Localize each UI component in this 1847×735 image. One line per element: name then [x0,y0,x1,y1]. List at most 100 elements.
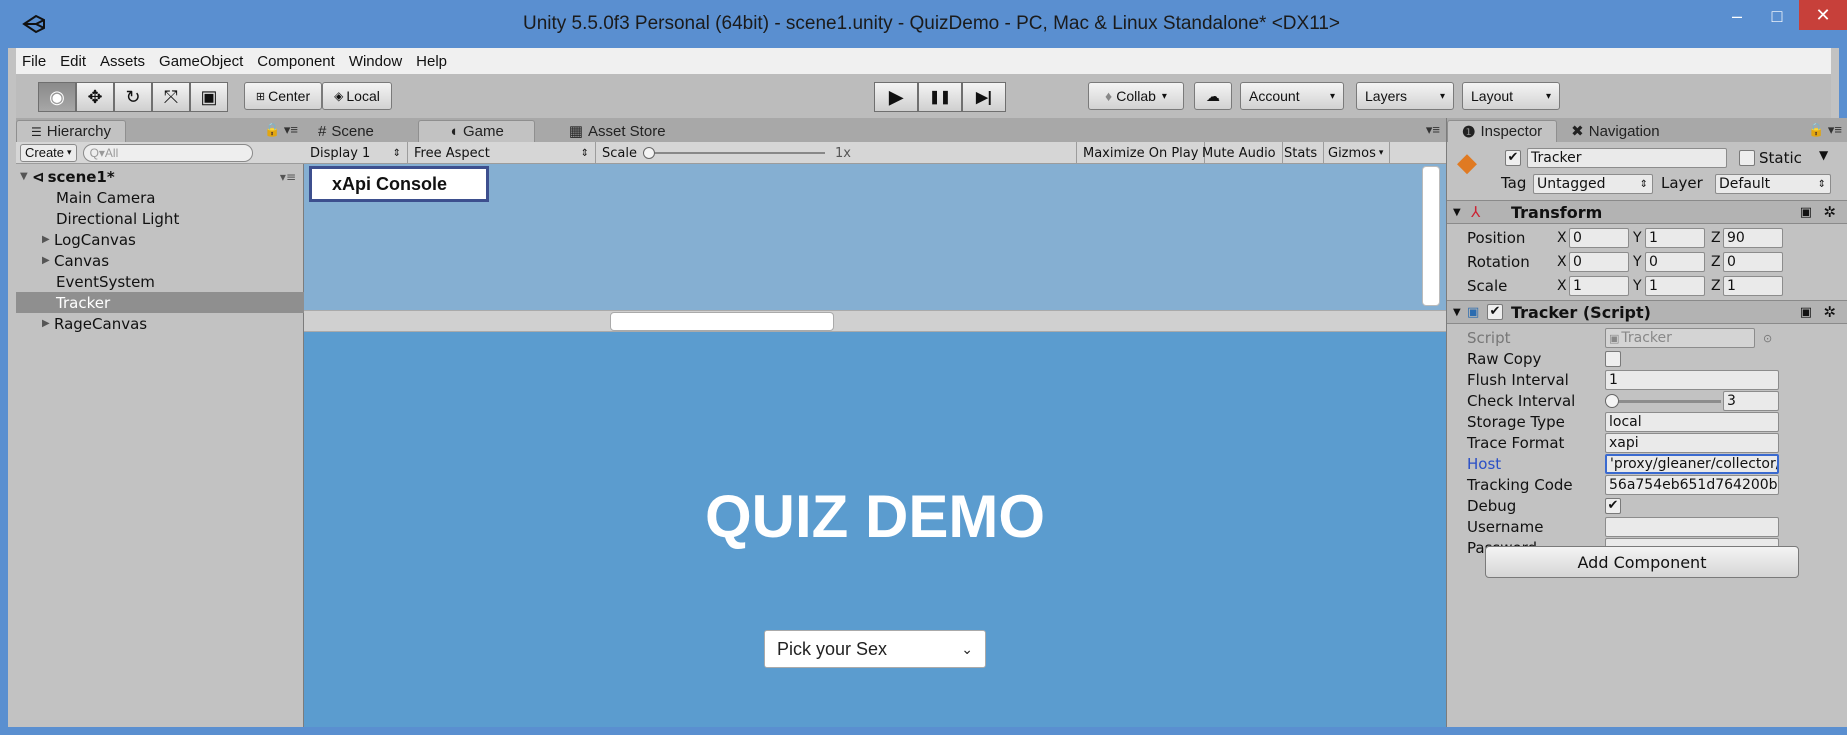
maximize-button[interactable]: □ [1757,0,1797,32]
position-z-field[interactable]: 90 [1723,228,1783,248]
help-book-icon[interactable]: ▣ [1800,305,1812,320]
check-interval-slider-track[interactable] [1611,400,1721,403]
rotation-x-field[interactable]: 0 [1569,252,1629,272]
trace-format-field[interactable]: xapi [1605,433,1779,453]
expand-triangle-icon[interactable]: ▶ [42,318,54,329]
list-item[interactable]: ▶ RageCanvas [16,313,304,334]
sex-dropdown[interactable]: Pick your Sex ⌄ [764,630,986,668]
tracking-code-field[interactable]: 56a754eb651d764200b7( [1605,475,1779,495]
scrollbar-thumb[interactable] [610,312,834,331]
scale-x-field[interactable]: 1 [1569,276,1629,296]
scene-menu-icon[interactable]: ▾≡ [280,170,296,184]
tag-dropdown[interactable]: Untagged ⇕ [1533,174,1653,194]
pause-button[interactable]: ❚❚ [918,82,962,112]
static-checkbox[interactable] [1739,150,1755,166]
menu-gameobject[interactable]: GameObject [159,53,243,70]
scene-root[interactable]: ▼ ⊲ scene1* ▾≡ [16,166,304,187]
tab-asset-store[interactable]: ▦ Asset Store [555,120,680,142]
list-item[interactable]: Main Camera [16,187,304,208]
tab-game[interactable]: ◖ Game [417,120,535,142]
username-field[interactable] [1605,517,1779,537]
view-tool-button[interactable]: ◉ [38,82,76,112]
pivot-local-button[interactable]: ◈ Local [322,82,392,110]
menu-help[interactable]: Help [416,53,447,70]
layout-dropdown[interactable]: Layout ▾ [1462,82,1560,110]
collab-button[interactable]: ♦ Collab ▾ [1088,82,1184,110]
tracker-script-header[interactable]: ▼ ▣ ✔ Tracker (Script) ▣ ✲ [1447,300,1847,324]
rotation-z-field[interactable]: 0 [1723,252,1783,272]
move-tool-button[interactable]: ✥ [76,82,114,112]
script-enabled-checkbox[interactable]: ✔ [1487,304,1503,320]
transform-header[interactable]: ▼ ⅄ Transform ▣ ✲ [1447,200,1847,224]
create-dropdown[interactable]: Create ▾ [20,143,77,162]
gizmos-dropdown[interactable]: Gizmos ▾ [1322,142,1391,164]
active-checkbox[interactable]: ✔ [1505,150,1521,166]
foldout-triangle-icon[interactable]: ▼ [1453,307,1461,318]
menu-window[interactable]: Window [349,53,402,70]
aspect-dropdown[interactable]: Free Aspect ⇕ [408,142,596,164]
foldout-triangle-icon[interactable]: ▼ [1453,207,1461,218]
scale-tool-button[interactable]: ⤧ [152,82,190,112]
menu-edit[interactable]: Edit [60,53,86,70]
list-item[interactable]: Directional Light [16,208,304,229]
object-name-field[interactable]: Tracker [1527,148,1727,168]
play-button[interactable]: ▶ [874,82,918,112]
gear-icon[interactable]: ✲ [1823,203,1836,221]
display-dropdown[interactable]: Display 1 ⇕ [304,142,408,164]
expand-triangle-icon[interactable]: ▶ [42,234,54,245]
menu-component[interactable]: Component [257,53,335,70]
cloud-button[interactable]: ☁ [1194,82,1232,110]
menu-assets[interactable]: Assets [100,53,145,70]
scale-slider[interactable]: Scale 1x [596,142,900,164]
debug-checkbox[interactable]: ✔ [1605,498,1621,514]
object-picker-icon[interactable]: ⊙ [1763,332,1772,345]
check-interval-field[interactable]: 3 [1723,391,1779,411]
layer-dropdown[interactable]: Default ⇕ [1715,174,1831,194]
slider-track[interactable] [654,152,825,154]
tab-hierarchy[interactable]: ☰ Hierarchy [16,120,126,142]
expand-triangle-icon[interactable]: ▼ [20,171,32,182]
step-button[interactable]: ▶| [962,82,1006,112]
layers-dropdown[interactable]: Layers ▾ [1356,82,1454,110]
game-view[interactable]: xApi Console QUIZ DEMO Pick your Sex ⌄ [304,164,1446,727]
slider-knob-icon[interactable] [642,147,655,159]
tab-inspector[interactable]: ❶ Inspector [1447,120,1558,142]
list-item[interactable]: ▶ Canvas [16,250,304,271]
stats-toggle[interactable]: Stats [1278,142,1325,164]
mute-audio-toggle[interactable]: Mute Audio [1196,142,1283,164]
storage-type-field[interactable]: local [1605,412,1779,432]
minimize-button[interactable]: – [1717,0,1757,32]
close-button[interactable]: ✕ [1799,0,1847,30]
gear-icon[interactable]: ✲ [1823,303,1836,321]
scale-y-field[interactable]: 1 [1645,276,1705,296]
flush-interval-field[interactable]: 1 [1605,370,1779,390]
static-dropdown-icon[interactable]: ▼ [1819,148,1828,162]
account-dropdown[interactable]: Account ▾ [1240,82,1344,110]
menu-file[interactable]: File [22,53,46,70]
position-y-field[interactable]: 1 [1645,228,1705,248]
rotation-y-field[interactable]: 0 [1645,252,1705,272]
add-component-button[interactable]: Add Component [1485,546,1799,578]
list-item[interactable]: ▶ LogCanvas [16,229,304,250]
pivot-center-button[interactable]: ⊞ Center [244,82,322,110]
list-item-selected[interactable]: Tracker [16,292,304,313]
rotate-tool-button[interactable]: ↻ [114,82,152,112]
check-interval-slider-knob[interactable] [1605,394,1619,408]
maximize-on-play-toggle[interactable]: Maximize On Play [1076,142,1206,164]
panel-menu-icon[interactable]: 🔒 ▾≡ [264,122,298,138]
position-x-field[interactable]: 0 [1569,228,1629,248]
console-horizontal-scrollbar[interactable] [304,310,1446,332]
console-vertical-scrollbar[interactable] [1422,166,1440,306]
scale-z-field[interactable]: 1 [1723,276,1783,296]
help-book-icon[interactable]: ▣ [1800,205,1812,220]
panel-menu-icon[interactable]: 🔒 ▾≡ [1808,122,1842,138]
hierarchy-search-input[interactable]: Q▾All [82,143,253,162]
tab-navigation[interactable]: ✖ Navigation [1557,120,1673,142]
list-item[interactable]: EventSystem [16,271,304,292]
host-field[interactable]: 'proxy/gleaner/collector/ [1605,454,1779,474]
panel-menu-icon[interactable]: ▾≡ [1426,122,1440,138]
rect-tool-button[interactable]: ▣ [190,82,228,112]
xapi-console-button[interactable]: xApi Console [309,166,489,202]
raw-copy-checkbox[interactable] [1605,351,1621,367]
expand-triangle-icon[interactable]: ▶ [42,255,54,266]
